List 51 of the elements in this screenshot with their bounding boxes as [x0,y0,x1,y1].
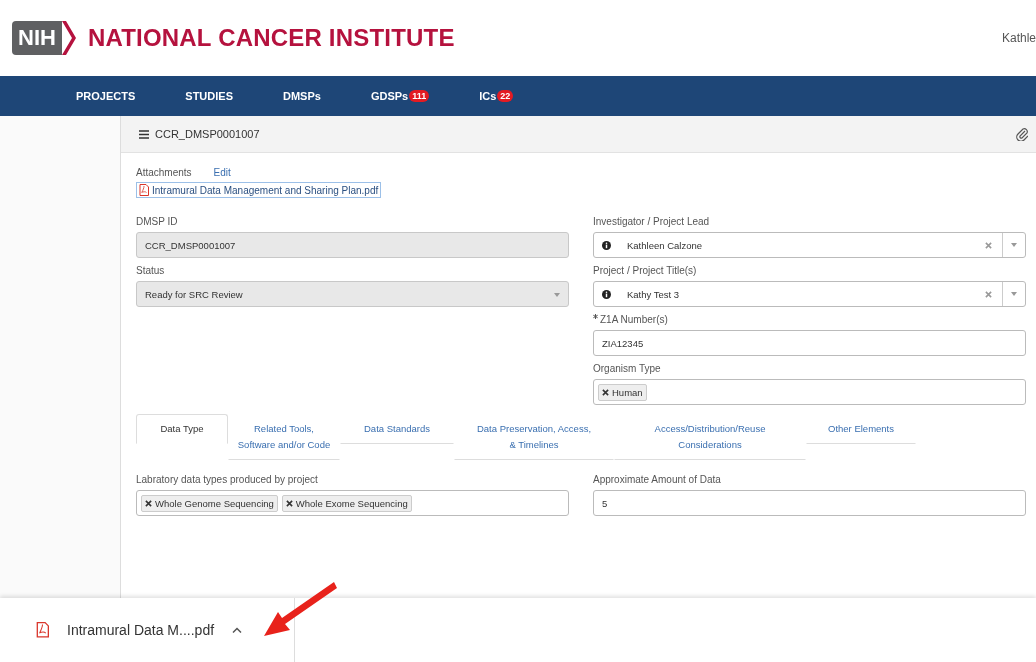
tab[interactable]: Related Tools, Software and/or Code [228,414,340,460]
clear-icon[interactable] [985,241,992,249]
tag-field[interactable]: Human [593,379,1026,405]
tab[interactable]: Access/Distribution/Reuse Considerations [614,414,806,460]
field-label: DMSP ID [136,216,178,227]
text-field[interactable]: 5 [593,490,1026,516]
tag: Whole Exome Sequencing [281,494,412,512]
edit-link[interactable]: Edit [213,167,231,178]
field-label: Status [136,265,165,276]
field-label: Labratory data types produced by project [136,474,318,485]
nav-link[interactable]: GDSPs 111 [370,90,430,102]
field-label: Investigator / Project Lead [593,216,710,227]
text-field[interactable]: ZIA12345 [593,330,1026,356]
pdf-icon [139,184,149,196]
nav-link[interactable]: PROJECTS [76,90,136,102]
remove-icon[interactable] [285,499,293,507]
attachments-label: Attachments [136,167,192,178]
clear-icon[interactable] [985,290,992,298]
nav-link[interactable]: ICs 22 [479,90,514,102]
remove-icon[interactable] [602,388,609,396]
attachment-link[interactable]: Intramural Data Management and Sharing Plan.pdf [136,182,382,198]
field-label: Z1A Number(s) [600,314,668,325]
tag: Human [598,383,647,401]
tab[interactable]: Other Elements [806,414,916,444]
tag-field[interactable]: Whole Genome Sequencing Whole Exome Sequencing [136,490,569,516]
lookup-field[interactable]: Kathy Test 3 [593,281,1026,307]
nav-link[interactable]: DMSPs [283,90,321,102]
tab[interactable]: Data Preservation, Access, & Timelines [454,414,614,460]
lookup-field[interactable]: Kathleen Calzone [593,232,1026,258]
caret-icon[interactable] [1011,292,1017,296]
info-icon [602,289,611,299]
field-label: Approximate Amount of Data [593,474,721,485]
panel-title: CCR_DMSP0001007 [155,128,260,140]
menu-icon[interactable] [139,129,149,139]
field-label: Project / Project Title(s) [593,265,697,276]
tab[interactable]: Data Standards [340,414,454,444]
tag: Whole Genome Sequencing [141,494,278,512]
caret-icon[interactable] [1011,243,1017,247]
caret-up-icon [232,627,243,633]
user-name[interactable]: Kathle [1001,31,1036,45]
count-badge: 22 [497,90,514,102]
logo: NIH [12,21,76,55]
paperclip-icon[interactable] [1016,127,1028,141]
count-badge: 111 [409,90,430,102]
nav-link[interactable]: STUDIES [185,90,233,102]
tab[interactable]: Data Type [136,414,228,444]
info-icon [602,240,611,250]
pdf-icon [36,622,49,638]
site-title: NATIONAL CANCER INSTITUTE [87,24,455,52]
remove-icon[interactable] [145,499,152,507]
field-label: Organism Type [593,363,661,374]
